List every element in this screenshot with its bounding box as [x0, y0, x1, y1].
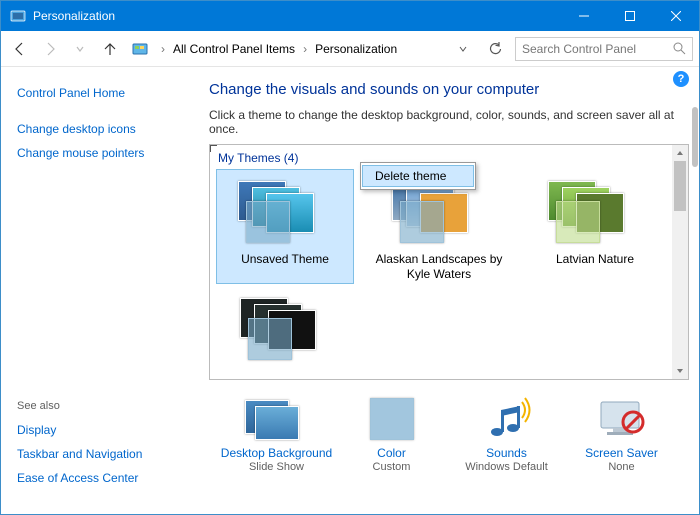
sounds-icon — [480, 396, 534, 442]
bottom-color[interactable]: Color Custom — [336, 394, 448, 473]
breadcrumb-sep: › — [299, 42, 311, 56]
breadcrumb-item-all[interactable]: All Control Panel Items — [173, 42, 295, 56]
scroll-up-button[interactable] — [672, 145, 688, 161]
search-input[interactable]: Search Control Panel — [515, 37, 693, 61]
bottom-sub: None — [566, 461, 678, 473]
focus-corner — [209, 144, 217, 152]
window-titlebar: Personalization — [1, 1, 699, 31]
theme-unsaved[interactable]: Unsaved Theme — [216, 169, 354, 284]
window-scroll-thumb[interactable] — [692, 107, 698, 167]
search-placeholder: Search Control Panel — [522, 42, 636, 56]
address-dropdown[interactable] — [451, 37, 475, 61]
theme-latvian[interactable]: Latvian Nature — [526, 171, 664, 282]
scroll-thumb[interactable] — [674, 161, 686, 211]
control-panel-icon — [10, 8, 26, 24]
themes-scrollbar[interactable] — [672, 145, 688, 379]
refresh-button[interactable] — [483, 37, 507, 61]
minimize-button[interactable] — [561, 1, 607, 31]
close-button[interactable] — [653, 1, 699, 31]
back-button[interactable] — [7, 36, 33, 62]
bottom-screen-saver[interactable]: Screen Saver None — [566, 394, 678, 473]
up-button[interactable] — [97, 36, 123, 62]
window-scrollbar[interactable] — [692, 67, 698, 514]
maximize-button[interactable] — [607, 1, 653, 31]
bottom-sounds[interactable]: Sounds Windows Default — [451, 394, 563, 473]
sidebar-link-mouse-pointers[interactable]: Change mouse pointers — [17, 141, 185, 165]
bottom-label: Color — [336, 446, 448, 460]
bottom-actions: Desktop Background Slide Show Color Cust… — [209, 394, 689, 473]
main-content: ? Change the visuals and sounds on your … — [201, 67, 699, 514]
forward-button[interactable] — [37, 36, 63, 62]
recent-dropdown[interactable] — [67, 36, 93, 62]
sidebar-home[interactable]: Control Panel Home — [17, 81, 185, 105]
bottom-label: Screen Saver — [566, 446, 678, 460]
theme-label: Latvian Nature — [526, 252, 664, 267]
bottom-sub: Custom — [336, 461, 448, 473]
see-also-taskbar[interactable]: Taskbar and Navigation — [17, 442, 185, 466]
help-icon[interactable]: ? — [673, 71, 689, 87]
breadcrumb-item-personalization[interactable]: Personalization — [315, 42, 397, 56]
theme-label: Alaskan Landscapes by Kyle Waters — [370, 252, 508, 282]
bottom-label: Desktop Background — [221, 446, 333, 460]
breadcrumb-sep: › — [157, 42, 169, 56]
bottom-label: Sounds — [451, 446, 563, 460]
see-also-label: See also — [17, 400, 185, 412]
bottom-desktop-background[interactable]: Desktop Background Slide Show — [221, 394, 333, 473]
see-also-ease[interactable]: Ease of Access Center — [17, 466, 185, 490]
screen-saver-icon — [595, 396, 649, 442]
window-title: Personalization — [33, 9, 561, 23]
navigation-bar: › All Control Panel Items › Personalizat… — [1, 31, 699, 67]
theme-context-menu: Delete theme — [360, 162, 476, 190]
see-also-display[interactable]: Display — [17, 418, 185, 442]
bottom-sub: Slide Show — [221, 461, 333, 473]
theme-label: Unsaved Theme — [218, 252, 352, 267]
context-delete-theme[interactable]: Delete theme — [362, 165, 474, 187]
breadcrumb-icon — [131, 40, 149, 58]
page-heading: Change the visuals and sounds on your co… — [209, 81, 689, 98]
search-icon — [673, 42, 686, 55]
scroll-down-button[interactable] — [672, 363, 688, 379]
sidebar: Control Panel Home Change desktop icons … — [1, 67, 201, 514]
sidebar-link-desktop-icons[interactable]: Change desktop icons — [17, 117, 185, 141]
page-description: Click a theme to change the desktop back… — [209, 108, 689, 136]
theme-fourth[interactable] — [218, 288, 356, 366]
bottom-sub: Windows Default — [451, 461, 563, 473]
